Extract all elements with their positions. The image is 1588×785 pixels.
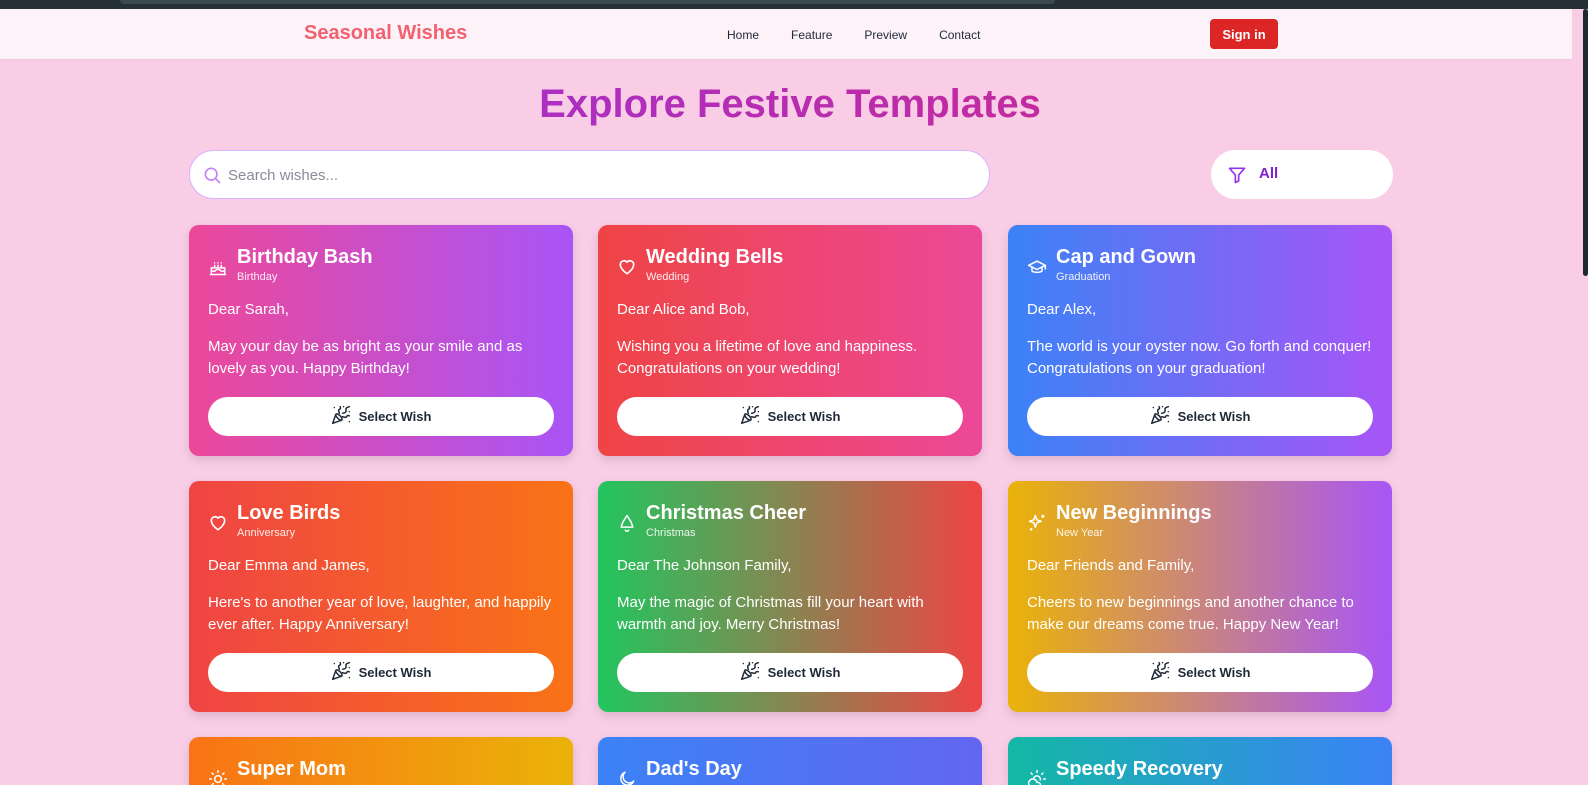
- select-wish-label: Select Wish: [767, 665, 841, 680]
- select-wish-label: Select Wish: [358, 409, 432, 424]
- card-dads-day: Dad's Day: [598, 737, 982, 785]
- card-love-birds: Love Birds Anniversary Dear Emma and Jam…: [189, 481, 573, 712]
- card-message: The world is your oyster now. Go forth a…: [1027, 338, 1372, 377]
- cloud-sun-icon: [1027, 769, 1047, 785]
- category-filter[interactable]: All: [1211, 150, 1393, 199]
- card-wedding-bells: Wedding Bells Wedding Dear Alice and Bob…: [598, 225, 982, 456]
- card-title: Love Birds: [237, 502, 341, 524]
- card-greeting: Dear The Johnson Family,: [617, 557, 792, 574]
- card-greeting: Dear Sarah,: [208, 301, 289, 318]
- card-message: May your day be as bright as your smile …: [208, 338, 523, 377]
- page-title: Explore Festive Templates: [0, 82, 1580, 127]
- bell-icon: [617, 513, 637, 538]
- select-wish-button[interactable]: Select Wish: [1027, 653, 1373, 692]
- party-popper-icon: [1150, 405, 1170, 428]
- moon-icon: [617, 769, 637, 785]
- card-message: May the magic of Christmas fill your hea…: [617, 594, 924, 633]
- scrollbar[interactable]: [1583, 9, 1588, 276]
- heart-icon: [617, 257, 637, 282]
- card-title: Speedy Recovery: [1056, 758, 1223, 780]
- card-cap-and-gown: Cap and Gown Graduation Dear Alex, The w…: [1008, 225, 1392, 456]
- nav-link-home[interactable]: Home: [727, 28, 759, 42]
- select-wish-label: Select Wish: [358, 665, 432, 680]
- card-category: Graduation: [1056, 271, 1111, 283]
- card-category: Birthday: [237, 271, 278, 283]
- card-greeting: Dear Emma and James,: [208, 557, 370, 574]
- card-category: Anniversary: [237, 527, 296, 539]
- browser-tab-edge: [120, 0, 1055, 4]
- filter-icon: [1227, 165, 1247, 190]
- nav-link-feature[interactable]: Feature: [791, 28, 832, 42]
- card-new-beginnings: New Beginnings New Year Dear Friends and…: [1008, 481, 1392, 712]
- card-title: Birthday Bash: [237, 246, 373, 268]
- nav-link-preview[interactable]: Preview: [864, 28, 907, 42]
- card-greeting: Dear Alice and Bob,: [617, 301, 750, 318]
- card-message: Here's to another year of love, laughter…: [208, 594, 552, 633]
- select-wish-label: Select Wish: [767, 409, 841, 424]
- nav-links: Home Feature Preview Contact: [727, 28, 1012, 42]
- cake-icon: [208, 257, 228, 282]
- party-popper-icon: [331, 405, 351, 428]
- graduation-cap-icon: [1027, 257, 1047, 282]
- select-wish-button[interactable]: Select Wish: [1027, 397, 1373, 436]
- card-greeting: Dear Alex,: [1027, 301, 1097, 318]
- card-birthday-bash: Birthday Bash Birthday Dear Sarah, May y…: [189, 225, 573, 456]
- sign-in-button[interactable]: Sign in: [1210, 19, 1278, 49]
- card-title: Cap and Gown: [1056, 246, 1196, 268]
- navbar: Seasonal Wishes Home Feature Preview Con…: [0, 9, 1572, 60]
- sparkles-icon: [1027, 513, 1047, 538]
- party-popper-icon: [1150, 661, 1170, 684]
- card-speedy-recovery: Speedy Recovery: [1008, 737, 1392, 785]
- filter-value: All: [1259, 165, 1279, 182]
- search-bar[interactable]: [189, 150, 990, 199]
- search-input[interactable]: [228, 163, 968, 187]
- card-title: Super Mom: [237, 758, 346, 780]
- select-wish-button[interactable]: Select Wish: [617, 653, 963, 692]
- party-popper-icon: [740, 661, 760, 684]
- card-message: Cheers to new beginnings and another cha…: [1027, 594, 1354, 633]
- card-greeting: Dear Friends and Family,: [1027, 557, 1195, 574]
- card-christmas-cheer: Christmas Cheer Christmas Dear The Johns…: [598, 481, 982, 712]
- brand-logo[interactable]: Seasonal Wishes: [304, 22, 467, 45]
- card-title: New Beginnings: [1056, 502, 1212, 524]
- select-wish-label: Select Wish: [1177, 409, 1251, 424]
- card-message: Wishing you a lifetime of love and happi…: [617, 338, 918, 377]
- party-popper-icon: [740, 405, 760, 428]
- card-title: Wedding Bells: [646, 246, 784, 268]
- sun-icon: [208, 769, 228, 785]
- card-title: Christmas Cheer: [646, 502, 807, 524]
- card-super-mom: Super Mom: [189, 737, 573, 785]
- card-title: Dad's Day: [646, 758, 742, 780]
- select-wish-button[interactable]: Select Wish: [617, 397, 963, 436]
- card-category: New Year: [1056, 527, 1104, 539]
- select-wish-button[interactable]: Select Wish: [208, 397, 554, 436]
- search-icon: [202, 165, 222, 190]
- nav-link-contact[interactable]: Contact: [939, 28, 980, 42]
- browser-top-strip: [0, 0, 1588, 9]
- select-wish-button[interactable]: Select Wish: [208, 653, 554, 692]
- card-category: Christmas: [646, 527, 696, 539]
- card-category: Wedding: [646, 271, 690, 283]
- party-popper-icon: [331, 661, 351, 684]
- heart-icon: [208, 513, 228, 538]
- select-wish-label: Select Wish: [1177, 665, 1251, 680]
